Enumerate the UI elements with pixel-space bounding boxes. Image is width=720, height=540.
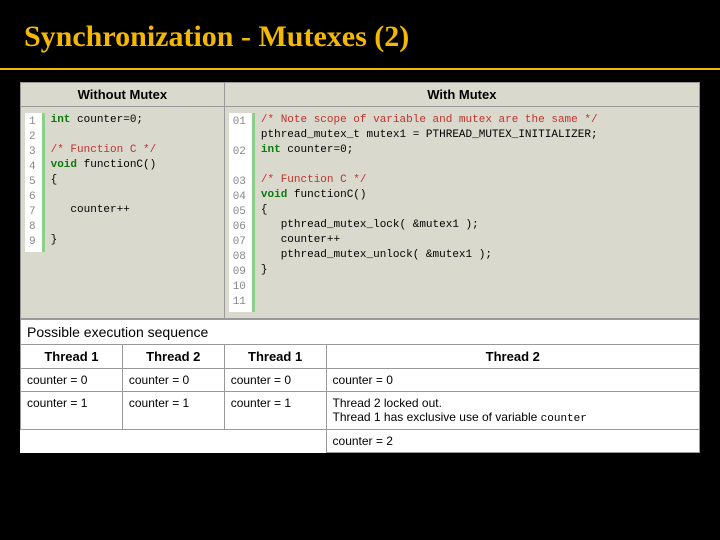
cell: counter = 0 — [21, 369, 123, 392]
table-row: counter = 1 counter = 1 counter = 1 Thre… — [21, 392, 700, 430]
without-mutex-code-cell: 1 2 3 4 5 6 7 8 9 int counter=0; /* Func… — [21, 107, 225, 319]
with-mutex-header: With Mutex — [224, 83, 699, 107]
without-mutex-header: Without Mutex — [21, 83, 225, 107]
col-thread1a: Thread 1 — [21, 345, 123, 369]
with-mutex-code-cell: 01 02 03 04 05 06 07 08 09 10 11 /* Note… — [224, 107, 699, 319]
col-thread2b: Thread 2 — [326, 345, 699, 369]
cell: counter = 1 — [122, 392, 224, 430]
line-gutter: 01 02 03 04 05 06 07 08 09 10 11 — [229, 113, 255, 312]
code-table: Without Mutex With Mutex 1 2 3 4 5 6 7 8… — [20, 82, 700, 319]
cell: Thread 2 locked out. Thread 1 has exclus… — [326, 392, 699, 430]
page-title: Synchronization - Mutexes (2) — [0, 0, 720, 70]
col-thread1b: Thread 1 — [224, 345, 326, 369]
col-thread2a: Thread 2 — [122, 345, 224, 369]
cell: counter = 0 — [224, 369, 326, 392]
content: Without Mutex With Mutex 1 2 3 4 5 6 7 8… — [20, 82, 700, 453]
line-gutter: 1 2 3 4 5 6 7 8 9 — [25, 113, 45, 252]
cell: counter = 1 — [224, 392, 326, 430]
code-block: /* Note scope of variable and mutex are … — [261, 113, 598, 312]
table-row: counter = 2 — [21, 430, 700, 453]
cell: counter = 1 — [21, 392, 123, 430]
cell — [224, 430, 326, 453]
cell: counter = 0 — [326, 369, 699, 392]
cell: counter = 2 — [326, 430, 699, 453]
execution-table: Possible execution sequence Thread 1 Thr… — [20, 319, 700, 453]
table-row: counter = 0 counter = 0 counter = 0 coun… — [21, 369, 700, 392]
code-block: int counter=0; /* Function C */ void fun… — [51, 113, 157, 252]
cell — [122, 430, 224, 453]
exec-header: Possible execution sequence — [21, 320, 700, 345]
cell: counter = 0 — [122, 369, 224, 392]
cell — [21, 430, 123, 453]
